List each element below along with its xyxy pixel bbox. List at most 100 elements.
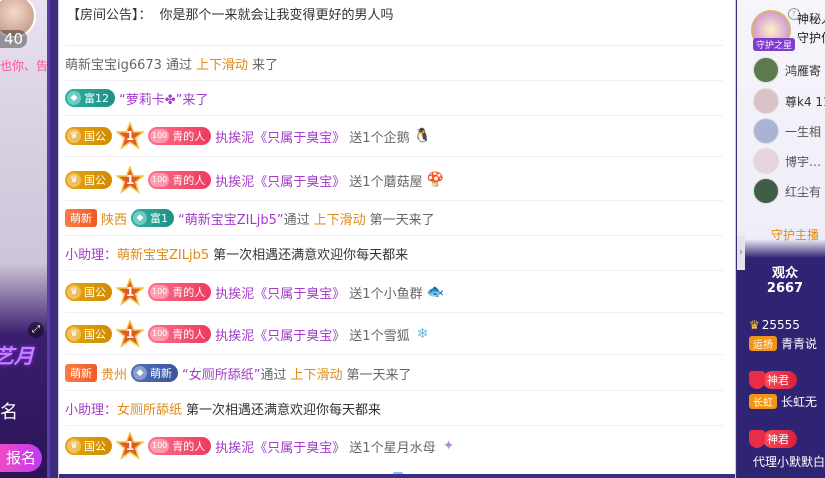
viewer-count[interactable]: 观众 2667 [745, 262, 825, 296]
username[interactable]: 女厕所舔纸 [117, 399, 182, 418]
star-level-icon: 1 [116, 432, 144, 460]
fan-club-badge: 100 青的人 [148, 437, 212, 455]
avatar [753, 88, 779, 114]
jellyfish-gift-icon: ✦ [442, 438, 455, 454]
chat-message: ♛ 国公 1 100 青的人 执挨泥《只属于臭宝》 送1个小鱼群 🐟 [65, 272, 723, 313]
chat-message: 小助理： 女厕所舔纸 第一次相遇还满意欢迎你每天都来 [65, 391, 723, 426]
chat-message: ◆ 富12 “萝莉卡✤”来了 [65, 81, 723, 116]
rank-row[interactable]: 神君 [749, 430, 801, 448]
avatar [753, 178, 779, 204]
assistant-prefix: 小助理： [65, 402, 118, 418]
username[interactable]: 萌新宝宝ZILjb5 [117, 244, 209, 263]
action-text: 第一天来了 [369, 212, 435, 228]
avatar [753, 57, 779, 83]
region-text: 陕西 [101, 212, 128, 228]
guild-badge: ♛ 国公 [65, 127, 112, 145]
username[interactable]: 执挨泥《只属于臭宝》 [215, 437, 345, 456]
rank-tag: 运扬 [749, 336, 777, 351]
guard-member[interactable]: 博宇… [753, 148, 821, 174]
via-text: 通过 [260, 367, 287, 383]
rank-row[interactable]: 代理小默默白 [753, 453, 825, 470]
username[interactable]: 执挨泥《只属于臭宝》 [215, 127, 345, 146]
assistant-prefix: 小助理： [65, 247, 118, 263]
rank-row[interactable]: 长虹 长虹无 [749, 393, 817, 410]
rank-label: 名 [0, 402, 18, 423]
username[interactable]: 执挨泥《只属于臭宝》 [215, 283, 345, 302]
star-level-icon: 1 [116, 320, 144, 348]
guild-badge: ♛ 国公 [65, 437, 112, 455]
event-banner-text: 艺月 [0, 344, 34, 368]
gift-text: 送1个企鹅 [349, 130, 410, 146]
entry-method: 上下滑动 [195, 57, 248, 73]
crown-icon: ♛ [67, 129, 81, 143]
viewers-label: 观众 [771, 266, 798, 281]
crown-icon: ♛ [67, 285, 81, 299]
viewers-number: 2667 [766, 281, 804, 296]
divider [47, 0, 50, 478]
username[interactable]: “萝莉卡✤”来了 [119, 89, 208, 108]
wealth-level-badge: ◆ 富12 [65, 89, 115, 107]
chat-panel: 【房间公告】： 你是那个一来就会让我变得更好的男人吗 萌新宝宝ig6673 通过 … [58, 0, 736, 478]
crown-icon: ♛ [67, 439, 81, 453]
room-notice: 【房间公告】： 你是那个一来就会让我变得更好的男人吗 [67, 4, 394, 23]
via-text: 通过 [165, 57, 192, 73]
shield-icon [749, 371, 765, 389]
fan-club-badge: 100 青的人 [148, 171, 212, 189]
snow-fox-gift-icon: ❄ [416, 326, 429, 342]
chat-message: ♛ 国公 1 100 青的人 执挨泥《只属于臭宝》 送1个企鹅 🐧 [65, 116, 723, 157]
rank-row[interactable]: 神君 [749, 371, 801, 389]
right-sidebar: › 守护之星 ? 神秘人 守护位 鸿雁寄 尊k4 11 一生相 博宇… 红尘有 … [737, 0, 825, 478]
fan-club-badge: 100 青的人 [148, 127, 212, 145]
crown-icon: ♛ [67, 173, 81, 187]
guard-member[interactable]: 尊k4 11 [753, 88, 825, 114]
wealth-level-badge: ◆ 富1 [131, 209, 175, 227]
heart-icon: 100 [150, 285, 170, 299]
welcome-text: 第一次相遇还满意欢迎你每天都来 [186, 402, 382, 418]
streamer-desc: 也你、告 [0, 59, 49, 73]
fan-club-badge: 100 青的人 [148, 283, 212, 301]
username[interactable]: 执挨泥《只属于臭宝》 [215, 171, 345, 190]
notice-text: 你是那个一来就会让我变得更好的男人吗 [159, 8, 394, 23]
fish-school-gift-icon: 🐟 [426, 284, 445, 300]
gift-text: 送1个星月水母 [349, 440, 436, 456]
star-level-icon: 1 [116, 278, 144, 306]
expand-icon[interactable]: ⤢ [28, 322, 44, 338]
username[interactable]: 执挨泥《只属于臭宝》 [215, 325, 345, 344]
heart-icon: 100 [150, 439, 170, 453]
live-video-thumbnail[interactable]: 40 也你、告 ⤢ 艺月 名 报名 [0, 0, 50, 478]
username[interactable]: “萌新宝宝ZILjb5” [178, 209, 284, 228]
guard-name[interactable]: 神秘人 [797, 10, 825, 27]
gift-text: 送1个小鱼群 [349, 286, 423, 302]
heart-icon: 100 [150, 327, 170, 341]
guard-member[interactable]: 红尘有 [753, 178, 821, 204]
guard-member[interactable]: 鸿雁寄 [753, 57, 821, 83]
rank-row[interactable]: ♛ 25555 [749, 318, 800, 332]
chat-message: ♛ 国公 1 100 青的人 执挨泥《只属于臭宝》 送1个蘑菇屋 🍄 [65, 160, 723, 201]
diamond-icon: ◆ [133, 211, 148, 225]
penguin-gift-icon: 🐧 [413, 128, 432, 144]
diamond-icon: ◆ [133, 366, 148, 380]
heart-icon: 100 [150, 173, 170, 187]
crown-icon: ♛ [67, 327, 81, 341]
username[interactable]: “女厕所舔纸” [182, 364, 260, 383]
chat-message: 萌新 陕西 ◆ 富1 “萌新宝宝ZILjb5” 通过 上下滑动 第一天来了 [65, 201, 723, 236]
gift-text: 送1个雪狐 [349, 328, 410, 344]
chat-message: 小助理： 萌新宝宝ZILjb5 第一次相遇还满意欢迎你每天都来 [65, 236, 723, 271]
newbie-tag: 萌新 [65, 364, 97, 382]
username[interactable]: 萌新宝宝ig6673 [65, 54, 162, 73]
rank-tag: 神君 [763, 430, 797, 448]
avatar [753, 118, 779, 144]
heart-icon: 100 [150, 129, 170, 143]
star-level-icon: 1 [116, 166, 144, 194]
guard-member[interactable]: 一生相 [753, 118, 821, 144]
rank-row[interactable]: 运扬 青青说 [749, 335, 817, 352]
crown-icon: ♛ [749, 318, 760, 332]
avatar [753, 148, 779, 174]
signup-button[interactable]: 报名 [0, 444, 42, 472]
entry-method: 上下滑动 [313, 212, 366, 228]
guard-streamer-button[interactable]: 守护主播 [771, 226, 819, 243]
newbie-tag: 萌新 [65, 209, 97, 227]
chevron-right-icon[interactable]: › [737, 236, 745, 270]
chat-message: 萌新宝宝ig6673 通过 上下滑动 来了 [65, 46, 723, 81]
notice-label: 【房间公告】： [67, 8, 152, 23]
